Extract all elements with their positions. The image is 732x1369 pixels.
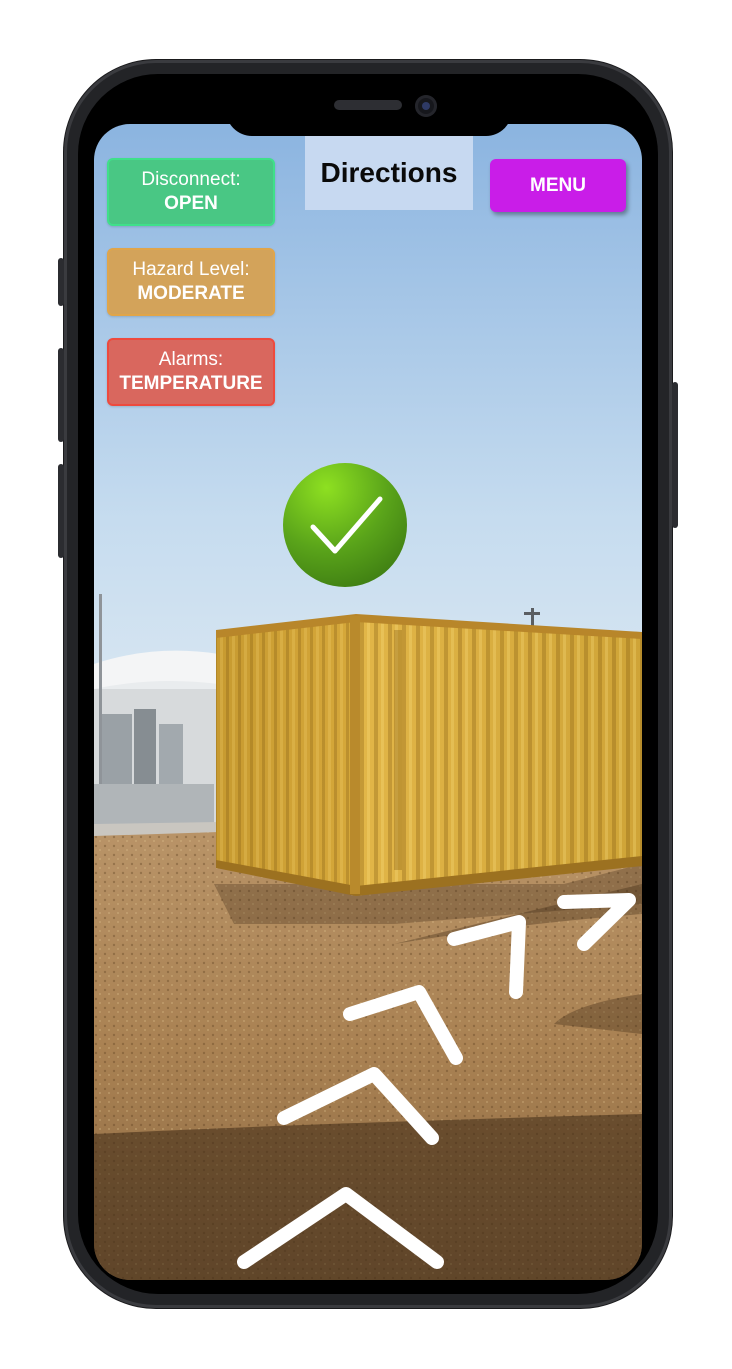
volume-down-button: [58, 464, 64, 558]
volume-up-button: [58, 348, 64, 442]
directions-title[interactable]: Directions: [305, 136, 473, 210]
alarms-label: Alarms:: [158, 349, 224, 370]
alarms-value: TEMPERATURE: [119, 373, 263, 394]
directions-title-text: Directions: [320, 157, 458, 188]
menu-button[interactable]: MENU: [490, 159, 626, 212]
front-camera: [415, 95, 437, 117]
alarms-box[interactable]: Alarms: TEMPERATURE: [107, 338, 275, 406]
hazard-level-box[interactable]: Hazard Level: MODERATE: [107, 248, 275, 316]
check-circle-icon: [283, 463, 407, 587]
disconnect-value: OPEN: [164, 193, 218, 214]
earpiece-speaker: [334, 100, 402, 110]
power-button: [672, 382, 678, 528]
hazard-level-value: MODERATE: [137, 283, 245, 304]
hazard-level-label: Hazard Level:: [132, 259, 250, 280]
menu-button-label: MENU: [530, 174, 586, 196]
disconnect-label: Disconnect:: [141, 169, 241, 190]
action-button: [58, 258, 64, 306]
disconnect-status-box[interactable]: Disconnect: OPEN: [107, 158, 275, 226]
